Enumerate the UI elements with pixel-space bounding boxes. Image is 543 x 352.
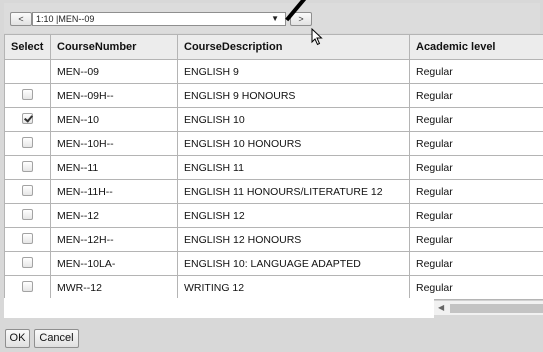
table-row[interactable]: MEN--09H-- ENGLISH 9 HONOURS Regular: [4, 83, 543, 108]
select-cell: [4, 59, 51, 84]
column-header-course-description[interactable]: CourseDescription: [177, 34, 410, 60]
column-header-course-number[interactable]: CourseNumber: [50, 34, 178, 60]
page-range-value: 1:10 |MEN--09: [36, 14, 95, 24]
mouse-cursor-icon: [311, 28, 323, 46]
row-select-checkbox[interactable]: [22, 233, 33, 245]
academic-level-cell: Regular: [409, 251, 543, 276]
select-cell: [4, 131, 51, 156]
navigation-bar: < 1:10 |MEN--09 ▼ >: [4, 0, 540, 33]
course-number-cell: MEN--09H--: [50, 83, 178, 108]
select-cell: [4, 251, 51, 276]
academic-level-cell: Regular: [409, 275, 543, 300]
course-number-cell: MWR--12: [50, 275, 178, 300]
previous-page-button[interactable]: <: [10, 12, 32, 26]
scroll-left-icon[interactable]: ◀: [438, 303, 444, 312]
select-cell: [4, 155, 51, 180]
course-description-cell: ENGLISH 11: [177, 155, 410, 180]
table-row[interactable]: MEN--12H-- ENGLISH 12 HONOURS Regular: [4, 227, 543, 252]
course-description-cell: WRITING 12: [177, 275, 410, 300]
course-number-cell: MEN--10LA-: [50, 251, 178, 276]
select-cell: [4, 83, 51, 108]
scrollbar-thumb[interactable]: [450, 304, 543, 313]
row-select-checkbox[interactable]: [22, 281, 33, 293]
course-description-cell: ENGLISH 10 HONOURS: [177, 131, 410, 156]
row-select-checkbox[interactable]: [22, 185, 33, 197]
table-header-row: Select CourseNumber CourseDescription Ac…: [4, 34, 543, 60]
academic-level-cell: Regular: [409, 203, 543, 228]
course-description-cell: ENGLISH 10: LANGUAGE ADAPTED: [177, 251, 410, 276]
select-cell: [4, 107, 51, 132]
course-number-cell: MEN--10: [50, 107, 178, 132]
academic-level-cell: Regular: [409, 179, 543, 204]
select-cell: [4, 203, 51, 228]
dropdown-caret-icon: ▼: [271, 14, 279, 23]
column-header-select[interactable]: Select: [4, 34, 51, 60]
course-number-cell: MEN--09: [50, 59, 178, 84]
row-select-checkbox[interactable]: [22, 113, 33, 125]
academic-level-cell: Regular: [409, 227, 543, 252]
row-select-checkbox[interactable]: [22, 89, 33, 101]
course-number-cell: MEN--11H--: [50, 179, 178, 204]
table-row[interactable]: MEN--11 ENGLISH 11 Regular: [4, 155, 543, 180]
row-select-checkbox[interactable]: [22, 209, 33, 221]
ok-button[interactable]: OK: [5, 329, 30, 348]
academic-level-cell: Regular: [409, 131, 543, 156]
academic-level-cell: Regular: [409, 83, 543, 108]
select-cell: [4, 275, 51, 300]
course-description-cell: ENGLISH 9 HONOURS: [177, 83, 410, 108]
course-picker-dialog: < 1:10 |MEN--09 ▼ > Select CourseNumber …: [0, 0, 543, 352]
cancel-button[interactable]: Cancel: [34, 329, 79, 348]
academic-level-cell: Regular: [409, 155, 543, 180]
course-description-cell: ENGLISH 11 HONOURS/LITERATURE 12: [177, 179, 410, 204]
table-row[interactable]: MEN--10 ENGLISH 10 Regular: [4, 107, 543, 132]
table-row[interactable]: MEN--10H-- ENGLISH 10 HONOURS Regular: [4, 131, 543, 156]
course-description-cell: ENGLISH 10: [177, 107, 410, 132]
course-description-cell: ENGLISH 12: [177, 203, 410, 228]
select-cell: [4, 227, 51, 252]
select-cell: [4, 179, 51, 204]
page-range-select[interactable]: 1:10 |MEN--09 ▼: [32, 12, 286, 26]
table-row[interactable]: MEN--09 ENGLISH 9 Regular: [4, 59, 543, 84]
course-table: Select CourseNumber CourseDescription Ac…: [4, 34, 543, 300]
course-description-cell: ENGLISH 9: [177, 59, 410, 84]
table-footer-area: [4, 298, 434, 318]
row-select-checkbox[interactable]: [22, 137, 33, 149]
academic-level-cell: Regular: [409, 59, 543, 84]
course-number-cell: MEN--11: [50, 155, 178, 180]
column-header-academic-level[interactable]: Academic level: [409, 34, 543, 60]
course-number-cell: MEN--12H--: [50, 227, 178, 252]
table-row[interactable]: MEN--11H-- ENGLISH 11 HONOURS/LITERATURE …: [4, 179, 543, 204]
table-row[interactable]: MEN--10LA- ENGLISH 10: LANGUAGE ADAPTED Re…: [4, 251, 543, 276]
table-row[interactable]: MEN--12 ENGLISH 12 Regular: [4, 203, 543, 228]
table-row[interactable]: MWR--12 WRITING 12 Regular: [4, 275, 543, 300]
row-select-checkbox[interactable]: [22, 257, 33, 269]
row-select-checkbox[interactable]: [22, 161, 33, 173]
course-number-cell: MEN--12: [50, 203, 178, 228]
horizontal-scrollbar[interactable]: ◀: [434, 300, 543, 315]
academic-level-cell: Regular: [409, 107, 543, 132]
course-number-cell: MEN--10H--: [50, 131, 178, 156]
course-description-cell: ENGLISH 12 HONOURS: [177, 227, 410, 252]
